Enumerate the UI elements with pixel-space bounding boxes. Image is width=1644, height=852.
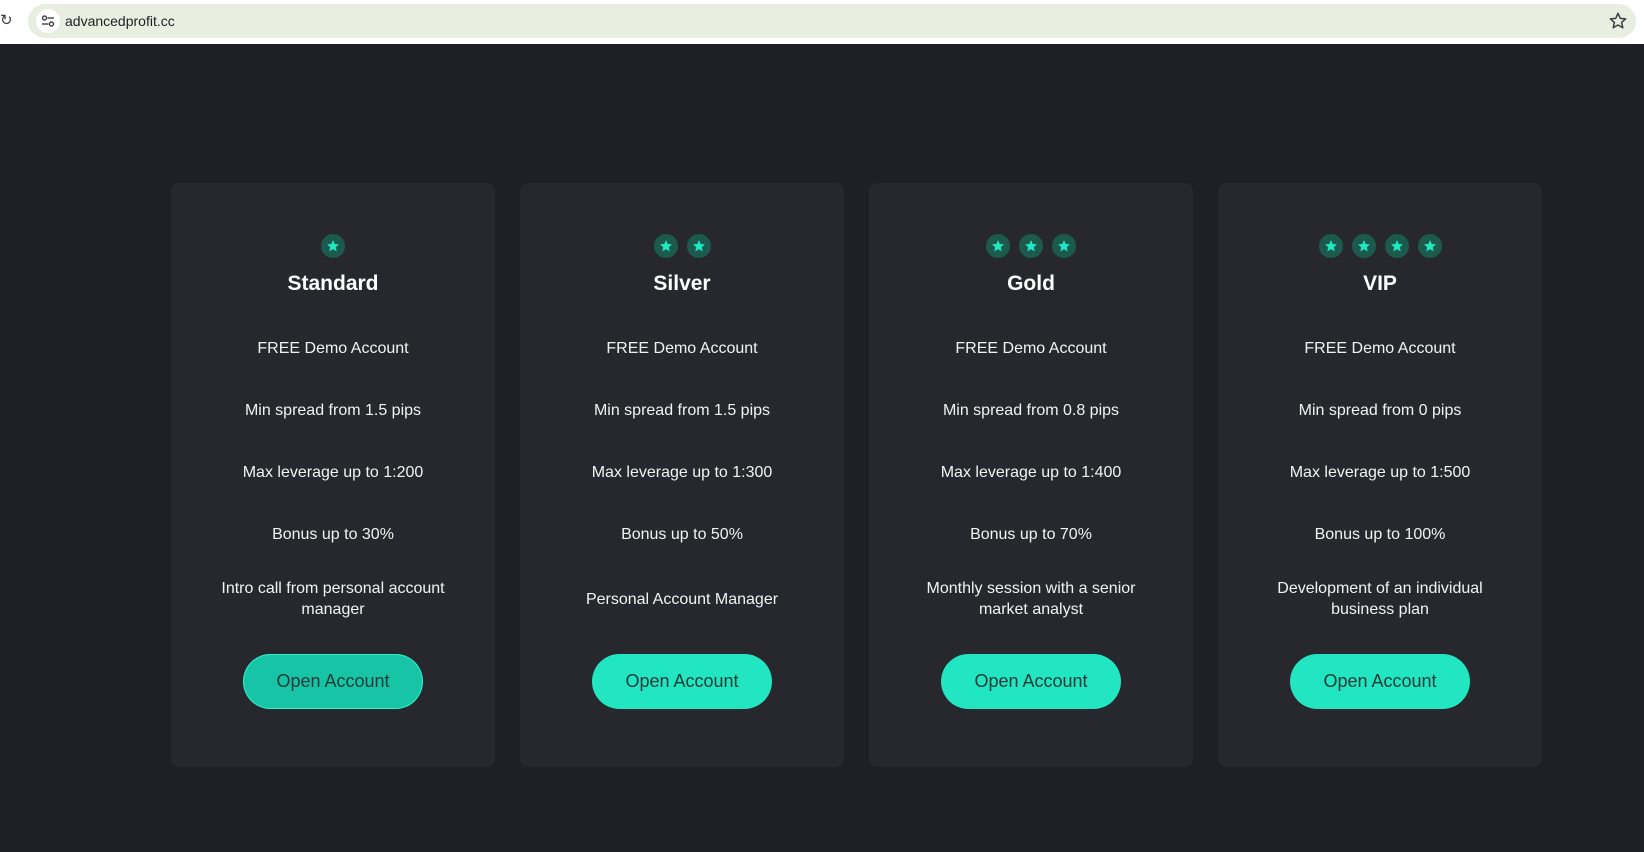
plan-feature-extra-text: Personal Account Manager — [585, 590, 779, 608]
star-icon — [1019, 234, 1043, 258]
plan-feature-extra: Development of an individual business pl… — [1238, 578, 1522, 620]
plan-feature-leverage: Max leverage up to 1:300 — [591, 464, 773, 481]
plan-feature-spread: Min spread from 0.8 pips — [942, 402, 1120, 419]
plan-card-silver: Silver FREE Demo Account Min spread from… — [520, 183, 844, 767]
plan-name: Silver — [653, 272, 711, 295]
address-bar[interactable]: advancedprofit.cc — [28, 4, 1636, 38]
plan-name: Standard — [287, 272, 379, 295]
reload-icon[interactable]: ↻ — [0, 11, 14, 31]
plan-card-gold: Gold FREE Demo Account Min spread from 0… — [869, 183, 1193, 767]
star-icon — [1384, 234, 1409, 258]
url-text[interactable]: advancedprofit.cc — [65, 4, 175, 38]
plan-stars — [171, 234, 495, 258]
plan-feature-extra-text: Intro call from personal account manager — [221, 580, 445, 618]
star-icon — [321, 234, 345, 258]
plan-feature-spread: Min spread from 0 pips — [1298, 402, 1462, 419]
plan-feature-extra-text: Monthly session with a senior market ana… — [926, 580, 1136, 618]
plan-stars — [520, 234, 844, 258]
page-content: Standard FREE Demo Account Min spread fr… — [0, 44, 1644, 852]
plan-feature-extra: Personal Account Manager — [540, 578, 824, 620]
plan-name: VIP — [1363, 272, 1397, 295]
plan-feature-bonus: Bonus up to 50% — [621, 526, 743, 543]
plan-feature-demo: FREE Demo Account — [606, 340, 758, 357]
account-plans: Standard FREE Demo Account Min spread fr… — [171, 183, 1542, 767]
bookmark-star-icon[interactable] — [1608, 11, 1628, 31]
plan-feature-leverage: Max leverage up to 1:500 — [1289, 464, 1471, 481]
star-icon — [653, 234, 678, 258]
open-account-button-standard[interactable]: Open Account — [243, 654, 423, 709]
site-info-icon[interactable] — [36, 9, 60, 33]
plan-feature-extra-text: Development of an individual business pl… — [1277, 580, 1483, 618]
plan-feature-leverage: Max leverage up to 1:200 — [242, 464, 424, 481]
star-icon — [1417, 234, 1442, 258]
star-icon — [686, 234, 711, 258]
plan-feature-bonus: Bonus up to 100% — [1314, 526, 1446, 543]
browser-toolbar: ↻ advancedprofit.cc — [0, 0, 1644, 44]
star-icon — [1351, 234, 1376, 258]
plan-feature-demo: FREE Demo Account — [955, 340, 1107, 357]
plan-card-standard: Standard FREE Demo Account Min spread fr… — [171, 183, 495, 767]
plan-feature-bonus: Bonus up to 30% — [272, 526, 394, 543]
star-icon — [986, 234, 1010, 258]
plan-stars — [1218, 234, 1542, 258]
open-account-button-silver[interactable]: Open Account — [592, 654, 772, 709]
plan-feature-extra: Monthly session with a senior market ana… — [889, 578, 1173, 620]
plan-feature-demo: FREE Demo Account — [1304, 340, 1456, 357]
plan-feature-demo: FREE Demo Account — [257, 340, 409, 357]
open-account-button-vip[interactable]: Open Account — [1290, 654, 1470, 709]
star-icon — [1052, 234, 1076, 258]
plan-feature-extra: Intro call from personal account manager — [191, 578, 475, 620]
plan-feature-leverage: Max leverage up to 1:400 — [940, 464, 1122, 481]
open-account-button-gold[interactable]: Open Account — [941, 654, 1121, 709]
plan-feature-spread: Min spread from 1.5 pips — [593, 402, 771, 419]
plan-feature-bonus: Bonus up to 70% — [970, 526, 1092, 543]
plan-stars — [869, 234, 1193, 258]
star-icon — [1318, 234, 1343, 258]
plan-feature-spread: Min spread from 1.5 pips — [244, 402, 422, 419]
plan-name: Gold — [1007, 272, 1055, 295]
plan-card-vip: VIP FREE Demo Account Min spread from 0 … — [1218, 183, 1542, 767]
